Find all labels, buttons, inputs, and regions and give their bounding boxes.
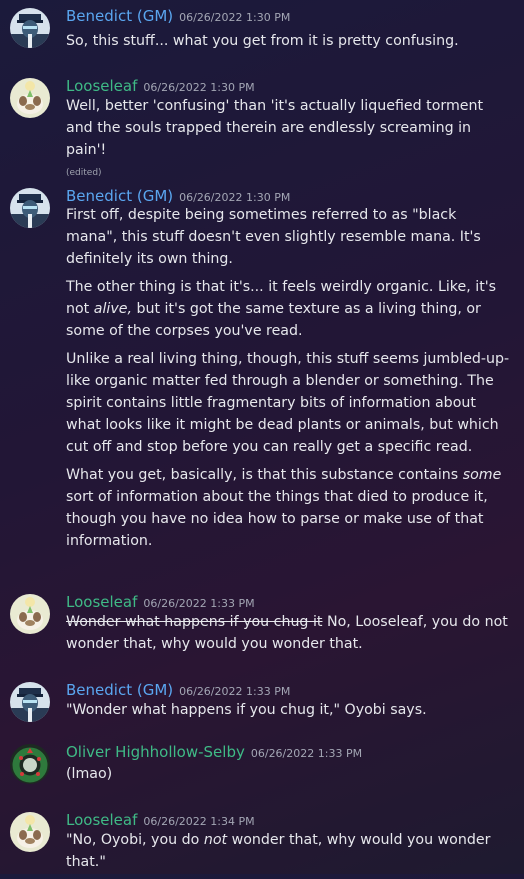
author-name[interactable]: Benedict (GM) [66, 187, 173, 205]
author-name[interactable]: Benedict (GM) [66, 7, 173, 25]
text-span: "No, Oyobi, you do [66, 832, 204, 848]
message-content: So, this stuff... what you get from it i… [66, 30, 512, 58]
timestamp[interactable]: 06/26/2022 1:33 PM [143, 597, 254, 610]
message-text: (lmao) [66, 766, 113, 782]
timestamp[interactable]: 06/26/2022 1:33 PM [179, 685, 290, 698]
message-text: The other thing is that it's... it feels… [66, 276, 512, 342]
message-content: "No, Oyobi, you do not wonder that, why … [66, 829, 512, 879]
timestamp[interactable]: 06/26/2022 1:30 PM [143, 81, 254, 94]
benedict-avatar[interactable] [10, 188, 50, 228]
message-text: "No, Oyobi, you do not wonder that, why … [66, 829, 512, 873]
message-header: Benedict (GM) 06/26/2022 1:33 PM [66, 680, 290, 699]
message-header: Oliver Highhollow-Selby 06/26/2022 1:33 P… [66, 742, 362, 761]
looseleaf-avatar[interactable] [10, 594, 50, 634]
message-header: Benedict (GM) 06/26/2022 1:30 PM [66, 186, 290, 205]
text-span: sort of information about the things tha… [66, 489, 488, 549]
timestamp[interactable]: 06/26/2022 1:30 PM [179, 11, 290, 24]
benedict-avatar[interactable] [10, 8, 50, 48]
message-text: Wonder what happens if you chug it No, L… [66, 611, 512, 655]
message-header: Benedict (GM) 06/26/2022 1:30 PM [66, 6, 290, 25]
author-name[interactable]: Looseleaf [66, 593, 137, 611]
timestamp[interactable]: 06/26/2022 1:33 PM [251, 747, 362, 760]
message-text: Unlike a real living thing, though, this… [66, 351, 510, 455]
italic-text: not [203, 832, 228, 848]
message-header: Looseleaf 06/26/2022 1:34 PM [66, 810, 255, 829]
wreath-avatar[interactable] [10, 744, 50, 784]
message-content: (lmao) [66, 763, 512, 791]
benedict-avatar[interactable] [10, 682, 50, 722]
message-header: Looseleaf 06/26/2022 1:33 PM [66, 592, 255, 611]
timestamp[interactable]: 06/26/2022 1:34 PM [143, 815, 254, 828]
message-header: Looseleaf 06/26/2022 1:30 PM [66, 76, 255, 95]
author-name[interactable]: Benedict (GM) [66, 681, 173, 699]
message-content: "Wonder what happens if you chug it," Oy… [66, 699, 512, 727]
text-span: What you get, basically, is that this su… [66, 467, 463, 483]
author-name[interactable]: Looseleaf [66, 811, 137, 829]
message-text: "Wonder what happens if you chug it," Oy… [66, 702, 427, 718]
message-content: Well, better 'confusing' than 'it's actu… [66, 95, 512, 184]
author-name[interactable]: Looseleaf [66, 77, 137, 95]
italic-text: alive, [93, 301, 132, 317]
message-text: Well, better 'confusing' than 'it's actu… [66, 98, 484, 158]
edited-label: (edited) [66, 168, 102, 178]
message-text: First off, despite being sometimes refer… [66, 207, 481, 267]
italic-text: some [462, 467, 502, 483]
timestamp[interactable]: 06/26/2022 1:30 PM [179, 191, 290, 204]
author-name[interactable]: Oliver Highhollow-Selby [66, 743, 245, 761]
message-content: First off, despite being sometimes refer… [66, 204, 512, 558]
looseleaf-avatar[interactable] [10, 78, 50, 118]
looseleaf-avatar[interactable] [10, 812, 50, 852]
strikethrough-text: Wonder what happens if you chug it [66, 614, 323, 630]
message-content: Wonder what happens if you chug it No, L… [66, 611, 512, 661]
message-text: So, this stuff... what you get from it i… [66, 33, 459, 49]
message-text: What you get, basically, is that this su… [66, 464, 512, 552]
